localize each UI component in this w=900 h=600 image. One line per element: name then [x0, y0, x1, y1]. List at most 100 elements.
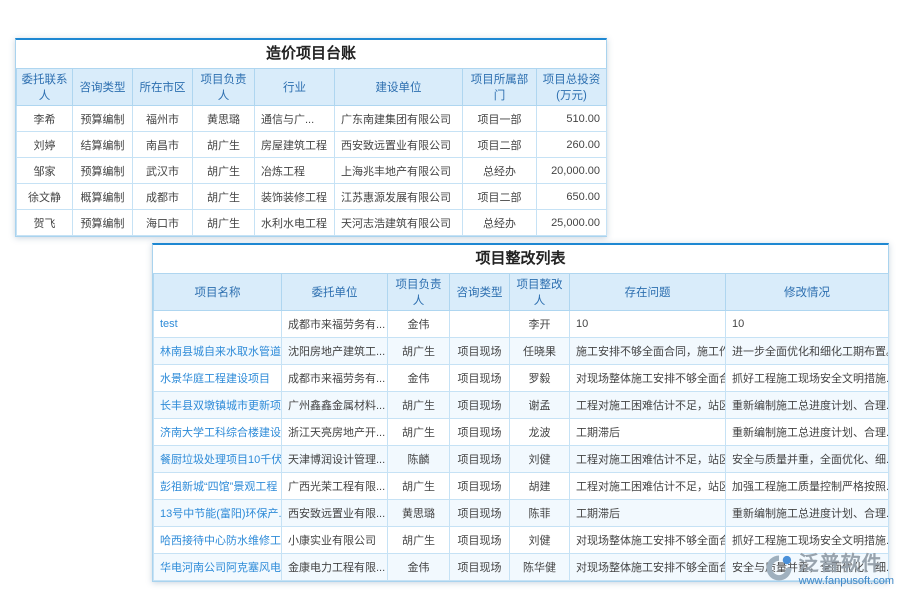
cell: 加强工程施工质量控制严格按照... — [726, 473, 889, 500]
cell: 胡广生 — [193, 210, 255, 236]
column-header: 项目所属部门 — [463, 69, 537, 106]
cell: 天河志浩建筑有限公司 — [335, 210, 463, 236]
cell: 10 — [570, 311, 726, 338]
cell: 工程对施工困难估计不足，站区... — [570, 446, 726, 473]
column-header: 所在市区 — [133, 69, 193, 106]
project-name-link[interactable]: 哈西接待中心防水维修工程 — [154, 527, 282, 554]
cell: 项目一部 — [463, 106, 537, 132]
table-row[interactable]: 邹家预算编制武汉市胡广生冶炼工程上海兆丰地产有限公司总经办20,000.00 — [17, 158, 607, 184]
cell: 刘婷 — [17, 132, 73, 158]
cell: 总经办 — [463, 210, 537, 236]
cell: 项目现场 — [450, 473, 510, 500]
project-name-link[interactable]: test — [154, 311, 282, 338]
cell: 金康电力工程有限... — [282, 554, 388, 581]
cell: 总经办 — [463, 158, 537, 184]
column-header: 项目负责人 — [193, 69, 255, 106]
cell: 冶炼工程 — [255, 158, 335, 184]
brand-url: www.fanpusoft.com — [799, 575, 894, 587]
cell: 项目二部 — [463, 184, 537, 210]
table-row[interactable]: 哈西接待中心防水维修工程小康实业有限公司胡广生项目现场刘健对现场整体施工安排不够… — [154, 527, 889, 554]
table-row[interactable]: test成都市来福劳务有...金伟李开1010 — [154, 311, 889, 338]
cost-project-ledger-panel: 造价项目台账 委托联系人咨询类型所在市区项目负责人行业建设单位项目所属部门项目总… — [15, 38, 607, 237]
column-header: 项目负责人 — [388, 274, 450, 311]
cell: 项目现场 — [450, 419, 510, 446]
cell: 徐文静 — [17, 184, 73, 210]
header-row: 项目名称委托单位项目负责人咨询类型项目整改人存在问题修改情况 — [154, 274, 889, 311]
cell: 武汉市 — [133, 158, 193, 184]
cell: 江苏惠源发展有限公司 — [335, 184, 463, 210]
table-row[interactable]: 刘婷结算编制南昌市胡广生房屋建筑工程西安致远置业有限公司项目二部260.00 — [17, 132, 607, 158]
cell: 工程对施工困难估计不足，站区... — [570, 392, 726, 419]
header-row: 委托联系人咨询类型所在市区项目负责人行业建设单位项目所属部门项目总投资(万元) — [17, 69, 607, 106]
cell: 任晓果 — [510, 338, 570, 365]
column-header: 项目名称 — [154, 274, 282, 311]
fanpu-logo-icon — [764, 553, 794, 588]
cell: 陈麟 — [388, 446, 450, 473]
table-row[interactable]: 济南大学工科综合楼建设浙江天亮房地产开...胡广生项目现场龙波工期滞后重新编制施… — [154, 419, 889, 446]
cell: 邹家 — [17, 158, 73, 184]
table-row[interactable]: 餐厨垃圾处理项目10千伏...天津博润设计管理...陈麟项目现场刘健工程对施工困… — [154, 446, 889, 473]
cell: 房屋建筑工程 — [255, 132, 335, 158]
column-header: 行业 — [255, 69, 335, 106]
table-row[interactable]: 李希预算编制福州市黄思璐通信与广...广东南建集团有限公司项目一部510.00 — [17, 106, 607, 132]
project-rectification-panel: 项目整改列表 项目名称委托单位项目负责人咨询类型项目整改人存在问题修改情况tes… — [152, 243, 889, 582]
cell: 工程对施工困难估计不足，站区... — [570, 473, 726, 500]
cell: 成都市 — [133, 184, 193, 210]
column-header: 修改情况 — [726, 274, 889, 311]
column-header: 委托单位 — [282, 274, 388, 311]
rectify-title: 项目整改列表 — [153, 245, 888, 273]
cell: 胡广生 — [193, 158, 255, 184]
cell: 小康实业有限公司 — [282, 527, 388, 554]
cell: 黄思璐 — [388, 500, 450, 527]
table-row[interactable]: 彭祖新城“四馆”景观工程广西光茉工程有限...胡广生项目现场胡建工程对施工困难估… — [154, 473, 889, 500]
cell: 天津博润设计管理... — [282, 446, 388, 473]
table-row[interactable]: 13号中节能(富阳)环保产...西安致远置业有限...黄思璐项目现场陈菲工期滞后… — [154, 500, 889, 527]
project-name-link[interactable]: 林南县城自来水取水管道... — [154, 338, 282, 365]
cell: 重新编制施工总进度计划、合理... — [726, 500, 889, 527]
table-row[interactable]: 林南县城自来水取水管道...沈阳房地产建筑工...胡广生项目现场任晓果施工安排不… — [154, 338, 889, 365]
project-name-link[interactable]: 餐厨垃圾处理项目10千伏... — [154, 446, 282, 473]
cell: 成都市来福劳务有... — [282, 365, 388, 392]
cell: 胡广生 — [388, 473, 450, 500]
cell: 对现场整体施工安排不够全面合... — [570, 554, 726, 581]
cell: 抓好工程施工现场安全文明措施... — [726, 365, 889, 392]
cell: 南昌市 — [133, 132, 193, 158]
cell: 广州鑫鑫金属材料... — [282, 392, 388, 419]
cell: 项目现场 — [450, 500, 510, 527]
cell: 项目现场 — [450, 446, 510, 473]
cell: 650.00 — [537, 184, 607, 210]
cell: 广西光茉工程有限... — [282, 473, 388, 500]
table-row[interactable]: 长丰县双墩镇城市更新项...广州鑫鑫金属材料...胡广生项目现场谢孟工程对施工困… — [154, 392, 889, 419]
cell: 西安致远置业有限公司 — [335, 132, 463, 158]
column-header: 存在问题 — [570, 274, 726, 311]
cell: 项目现场 — [450, 338, 510, 365]
project-name-link[interactable]: 华电河南公司阿克塞风电... — [154, 554, 282, 581]
table-row[interactable]: 水景华庭工程建设项目成都市来福劳务有...金伟项目现场罗毅对现场整体施工安排不够… — [154, 365, 889, 392]
table-row[interactable]: 徐文静概算编制成都市胡广生装饰装修工程江苏惠源发展有限公司项目二部650.00 — [17, 184, 607, 210]
cell: 项目现场 — [450, 527, 510, 554]
cell: 罗毅 — [510, 365, 570, 392]
cell: 上海兆丰地产有限公司 — [335, 158, 463, 184]
column-header: 委托联系人 — [17, 69, 73, 106]
table-row[interactable]: 贺飞预算编制海口市胡广生水利水电工程天河志浩建筑有限公司总经办25,000.00 — [17, 210, 607, 236]
cell: 黄思璐 — [193, 106, 255, 132]
project-name-link[interactable]: 彭祖新城“四馆”景观工程 — [154, 473, 282, 500]
cell: 成都市来福劳务有... — [282, 311, 388, 338]
cell: 金伟 — [388, 311, 450, 338]
cell: 概算编制 — [73, 184, 133, 210]
cell: 金伟 — [388, 365, 450, 392]
project-name-link[interactable]: 济南大学工科综合楼建设 — [154, 419, 282, 446]
cell: 项目二部 — [463, 132, 537, 158]
project-name-link[interactable]: 水景华庭工程建设项目 — [154, 365, 282, 392]
cell: 胡广生 — [388, 338, 450, 365]
column-header: 咨询类型 — [73, 69, 133, 106]
brand-text: 泛普软件 — [799, 553, 894, 575]
project-name-link[interactable]: 13号中节能(富阳)环保产... — [154, 500, 282, 527]
cell: 金伟 — [388, 554, 450, 581]
cell: 10 — [726, 311, 889, 338]
project-name-link[interactable]: 长丰县双墩镇城市更新项... — [154, 392, 282, 419]
cell: 沈阳房地产建筑工... — [282, 338, 388, 365]
cell: 预算编制 — [73, 210, 133, 236]
cell: 510.00 — [537, 106, 607, 132]
cell: 安全与质量并重，全面优化、细... — [726, 446, 889, 473]
